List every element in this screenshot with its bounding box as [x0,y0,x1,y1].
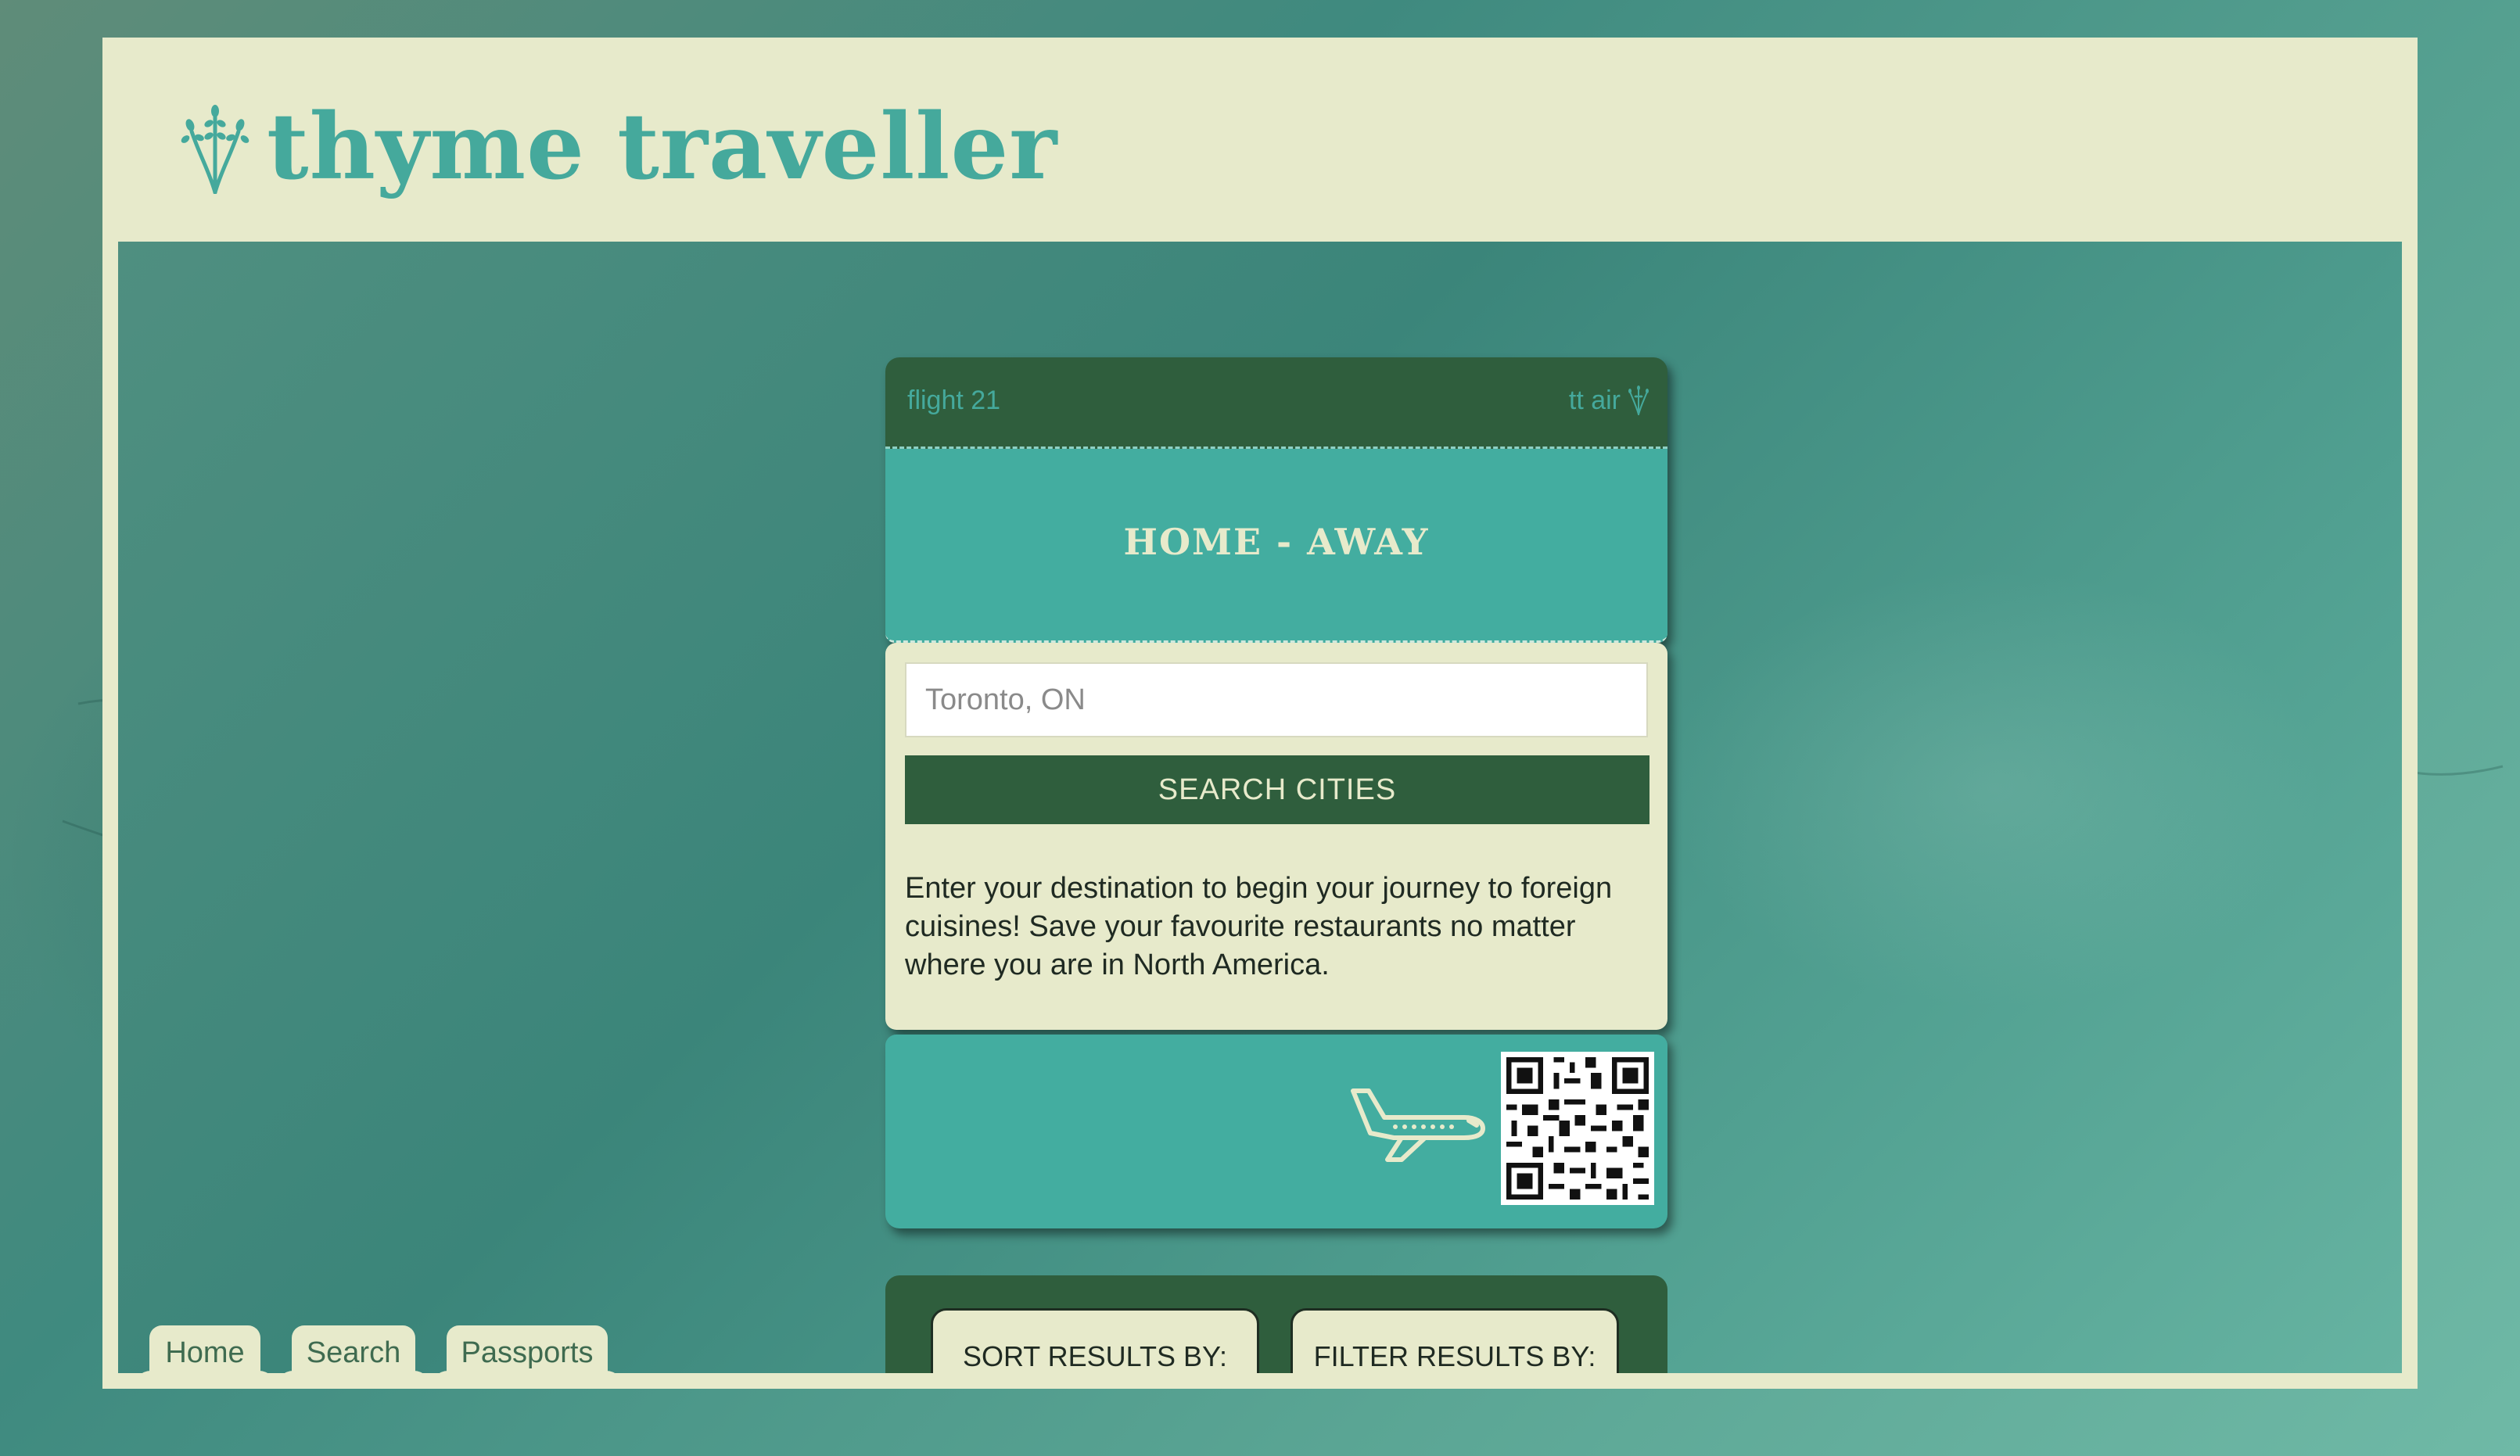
qr-code-icon [1501,1052,1654,1205]
search-cities-button[interactable]: SEARCH CITIES [905,755,1649,824]
main-content: flight 21 tt air HOME - AWAY Toronto, ON… [118,242,2402,1373]
app-frame: thyme traveller flight 21 tt air HOME - … [102,38,2418,1389]
airplane-icon [1351,1088,1485,1162]
results-options-panel: SORT RESULTS BY: FILTER RESULTS BY: [885,1275,1667,1373]
boarding-pass-card: flight 21 tt air HOME - AWAY Toronto, ON… [885,357,1667,1228]
lavender-sprig-icon [181,105,249,194]
search-section: SEARCH CITIES Enter your destination to … [885,643,1667,1030]
site-header: thyme traveller [102,38,2418,242]
route-section: HOME - AWAY [885,449,1667,643]
airline-label: tt air [1568,386,1621,415]
city-search-input[interactable] [905,662,1648,737]
nav-tab-home[interactable]: Home [134,1325,276,1373]
nav-tab-passports[interactable]: Passports [431,1325,623,1373]
filter-results-tab[interactable]: FILTER RESULTS BY: [1291,1308,1619,1373]
brand-title[interactable]: thyme traveller [267,92,1057,202]
flight-label: flight 21 [907,386,1001,415]
lavender-sprig-icon [1628,386,1649,415]
ticket-header: flight 21 tt air [885,357,1667,449]
search-description: Enter your destination to begin your jou… [905,872,1613,981]
nav-tab-search[interactable]: Search [276,1325,431,1373]
route-title: HOME - AWAY [1123,521,1430,563]
sort-results-tab[interactable]: SORT RESULTS BY: [931,1308,1259,1373]
ticket-footer [885,1035,1667,1228]
